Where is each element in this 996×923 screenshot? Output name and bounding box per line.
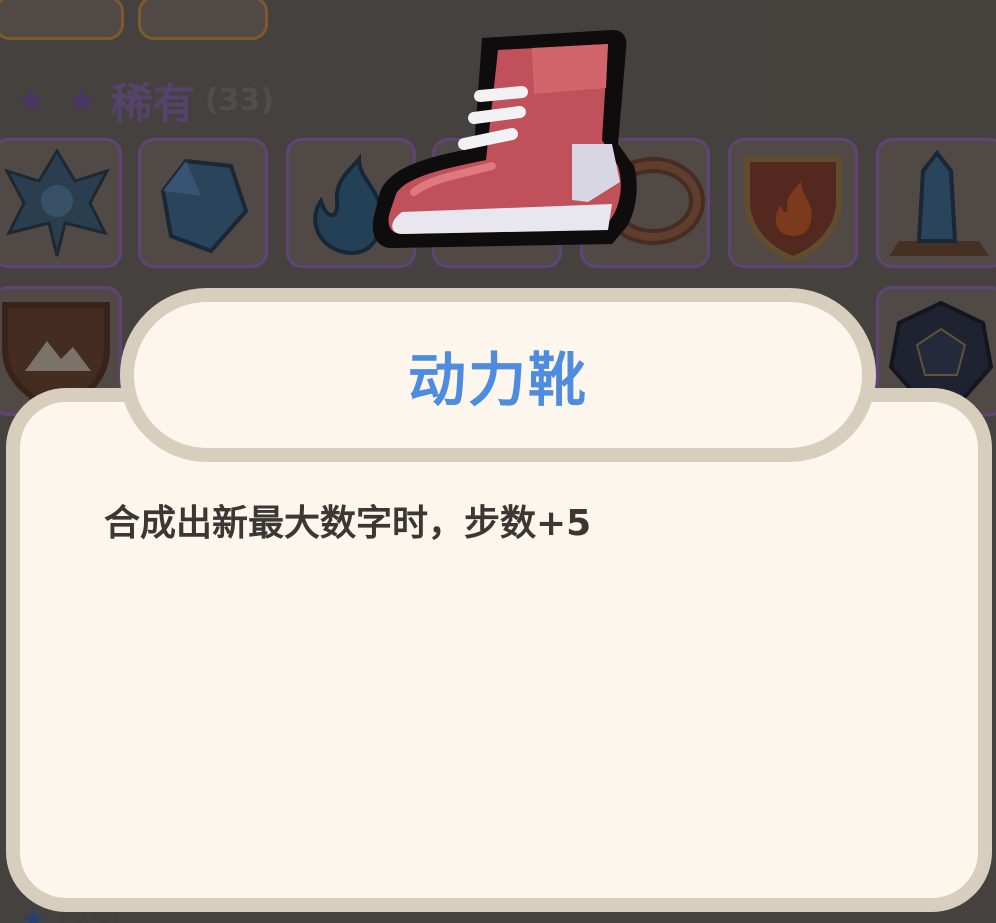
item-title: 动力靴 <box>407 346 588 414</box>
item-description: 合成出新最大数字时，步数+5 <box>104 503 592 544</box>
red-boot-icon <box>372 30 637 248</box>
item-title-banner: 动力靴 <box>120 288 876 462</box>
item-detail-panel <box>6 388 992 912</box>
game-screen: ★ ★ 稀有 (33) ★ (25) 动力靴 合成出新最大数字时，步数+5 <box>0 0 996 923</box>
